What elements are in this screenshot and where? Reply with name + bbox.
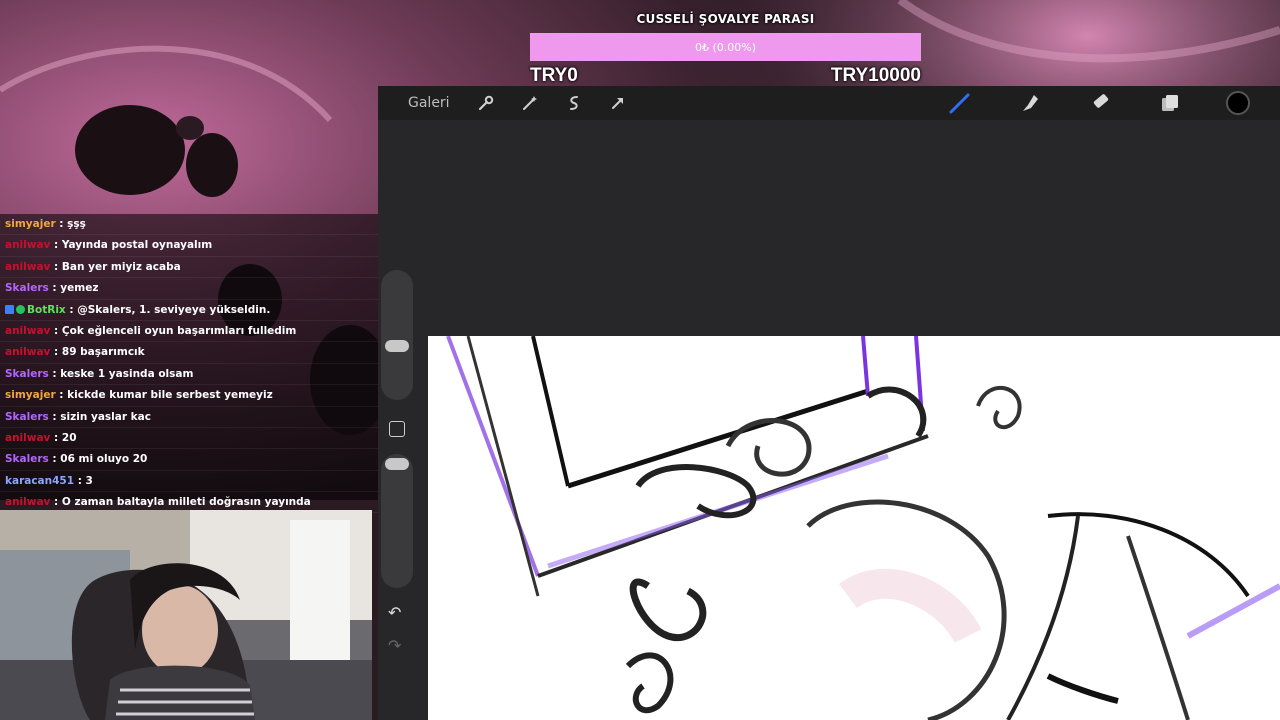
chat-text: : 89 başarımcık	[50, 346, 145, 359]
chat-username[interactable]: Skalers	[5, 411, 49, 423]
eraser-icon[interactable]	[1086, 89, 1114, 117]
drawing-canvas[interactable]	[428, 336, 1280, 720]
hair-sketch-drawing	[446, 336, 1280, 720]
procreate-toolbar: Galeri	[378, 86, 1280, 120]
stream-chat: simyajer : şşş anilwav : Yayında postal o…	[0, 214, 378, 514]
wrench-icon[interactable]	[472, 89, 500, 117]
magic-wand-icon[interactable]	[516, 89, 544, 117]
chat-text: : 3	[74, 474, 93, 487]
smudge-icon[interactable]	[1016, 89, 1044, 117]
brush-size-slider[interactable]	[381, 270, 413, 400]
chat-message: anilwav : Yayında postal oynayalım	[0, 235, 378, 257]
chat-text: : Çok eğlenceli oyun başarımları fulledi…	[50, 324, 297, 337]
chat-username[interactable]: anilwav	[5, 496, 50, 508]
donation-goal-widget: CUSSELİ ŞOVALYE PARASI 0₺ (0.00%) TRY0 T…	[530, 12, 921, 87]
layers-icon[interactable]	[1156, 89, 1184, 117]
modify-button-icon[interactable]	[389, 421, 405, 437]
chat-text: : 20	[50, 431, 77, 444]
opacity-thumb[interactable]	[385, 458, 409, 470]
chat-message: simyajer : şşş	[0, 214, 378, 236]
toolbar-right-group	[946, 86, 1250, 120]
undo-icon[interactable]: ↶	[388, 603, 401, 622]
chat-message: anilwav : 20	[0, 428, 378, 450]
chat-message: karacan451 : 3	[0, 471, 378, 493]
goal-progress-bar: 0₺ (0.00%)	[530, 33, 921, 61]
chat-username[interactable]: simyajer	[5, 389, 56, 401]
chat-username[interactable]: anilwav	[5, 432, 50, 444]
chat-text: : sizin yaslar kac	[48, 410, 151, 423]
chat-username[interactable]: Skalers	[5, 282, 49, 294]
chat-username[interactable]: Skalers	[5, 453, 49, 465]
chat-message: simyajer : kickde kumar bile serbest yem…	[0, 385, 378, 407]
chat-text: : Ban yer miyiz acaba	[50, 260, 181, 273]
opacity-slider[interactable]	[381, 454, 413, 588]
selection-icon[interactable]	[560, 89, 588, 117]
brush-size-thumb[interactable]	[385, 340, 409, 352]
color-swatch[interactable]	[1226, 91, 1250, 115]
chat-message: anilwav : Çok eğlenceli oyun başarımları…	[0, 321, 378, 343]
toolbar-left-group: Galeri	[408, 86, 648, 120]
chat-text: : şşş	[55, 218, 86, 230]
gallery-button[interactable]: Galeri	[408, 95, 450, 111]
chat-username[interactable]: BotRix	[27, 304, 66, 316]
transform-arrow-icon[interactable]	[604, 89, 632, 117]
chat-text: : O zaman baltayla milleti doğrasın yayı…	[50, 496, 311, 509]
chat-username[interactable]: karacan451	[5, 475, 74, 487]
chat-message: anilwav : 89 başarımcık	[0, 342, 378, 364]
goal-range: TRY0 TRY10000	[530, 65, 921, 87]
chat-message: Skalers : 06 mi oluyo 20	[0, 449, 378, 471]
goal-min-label: TRY0	[530, 65, 578, 86]
brush-icon[interactable]	[946, 89, 974, 117]
chat-username[interactable]: anilwav	[5, 346, 50, 358]
chat-username[interactable]: anilwav	[5, 261, 50, 273]
chat-username[interactable]: anilwav	[5, 325, 50, 337]
chat-text: : 06 mi oluyo 20	[48, 453, 148, 466]
redo-icon[interactable]: ↷	[388, 636, 401, 655]
verified-badge-icon	[16, 304, 25, 314]
bot-badge-icon	[5, 304, 14, 314]
chat-text: : keske 1 yasinda olsam	[48, 367, 194, 380]
goal-progress-label: 0₺ (0.00%)	[694, 40, 757, 54]
chat-username[interactable]: simyajer	[5, 218, 56, 230]
goal-max-label: TRY10000	[830, 65, 921, 86]
chat-username[interactable]: Skalers	[5, 368, 49, 380]
chat-message: anilwav : Ban yer miyiz acaba	[0, 257, 378, 279]
goal-title: CUSSELİ ŞOVALYE PARASI	[636, 12, 815, 26]
chat-message: Skalers : sizin yaslar kac	[0, 407, 378, 428]
webcam-feed	[0, 510, 372, 720]
chat-text: : @Skalers, 1. seviyeye yükseldin.	[65, 303, 271, 316]
chat-message: Skalers : keske 1 yasinda olsam	[0, 364, 378, 386]
canvas-sidebar: ↶ ↷	[381, 270, 413, 660]
chat-username[interactable]: anilwav	[5, 239, 50, 251]
chat-message: Skalers : yemez	[0, 278, 378, 300]
chat-text: : yemez	[48, 282, 99, 295]
chat-text: : kickde kumar bile serbest yemeyiz	[55, 389, 273, 402]
chat-message: BotRix : @Skalers, 1. seviyeye yükseldin…	[0, 300, 378, 321]
chat-text: : Yayında postal oynayalım	[50, 239, 213, 252]
